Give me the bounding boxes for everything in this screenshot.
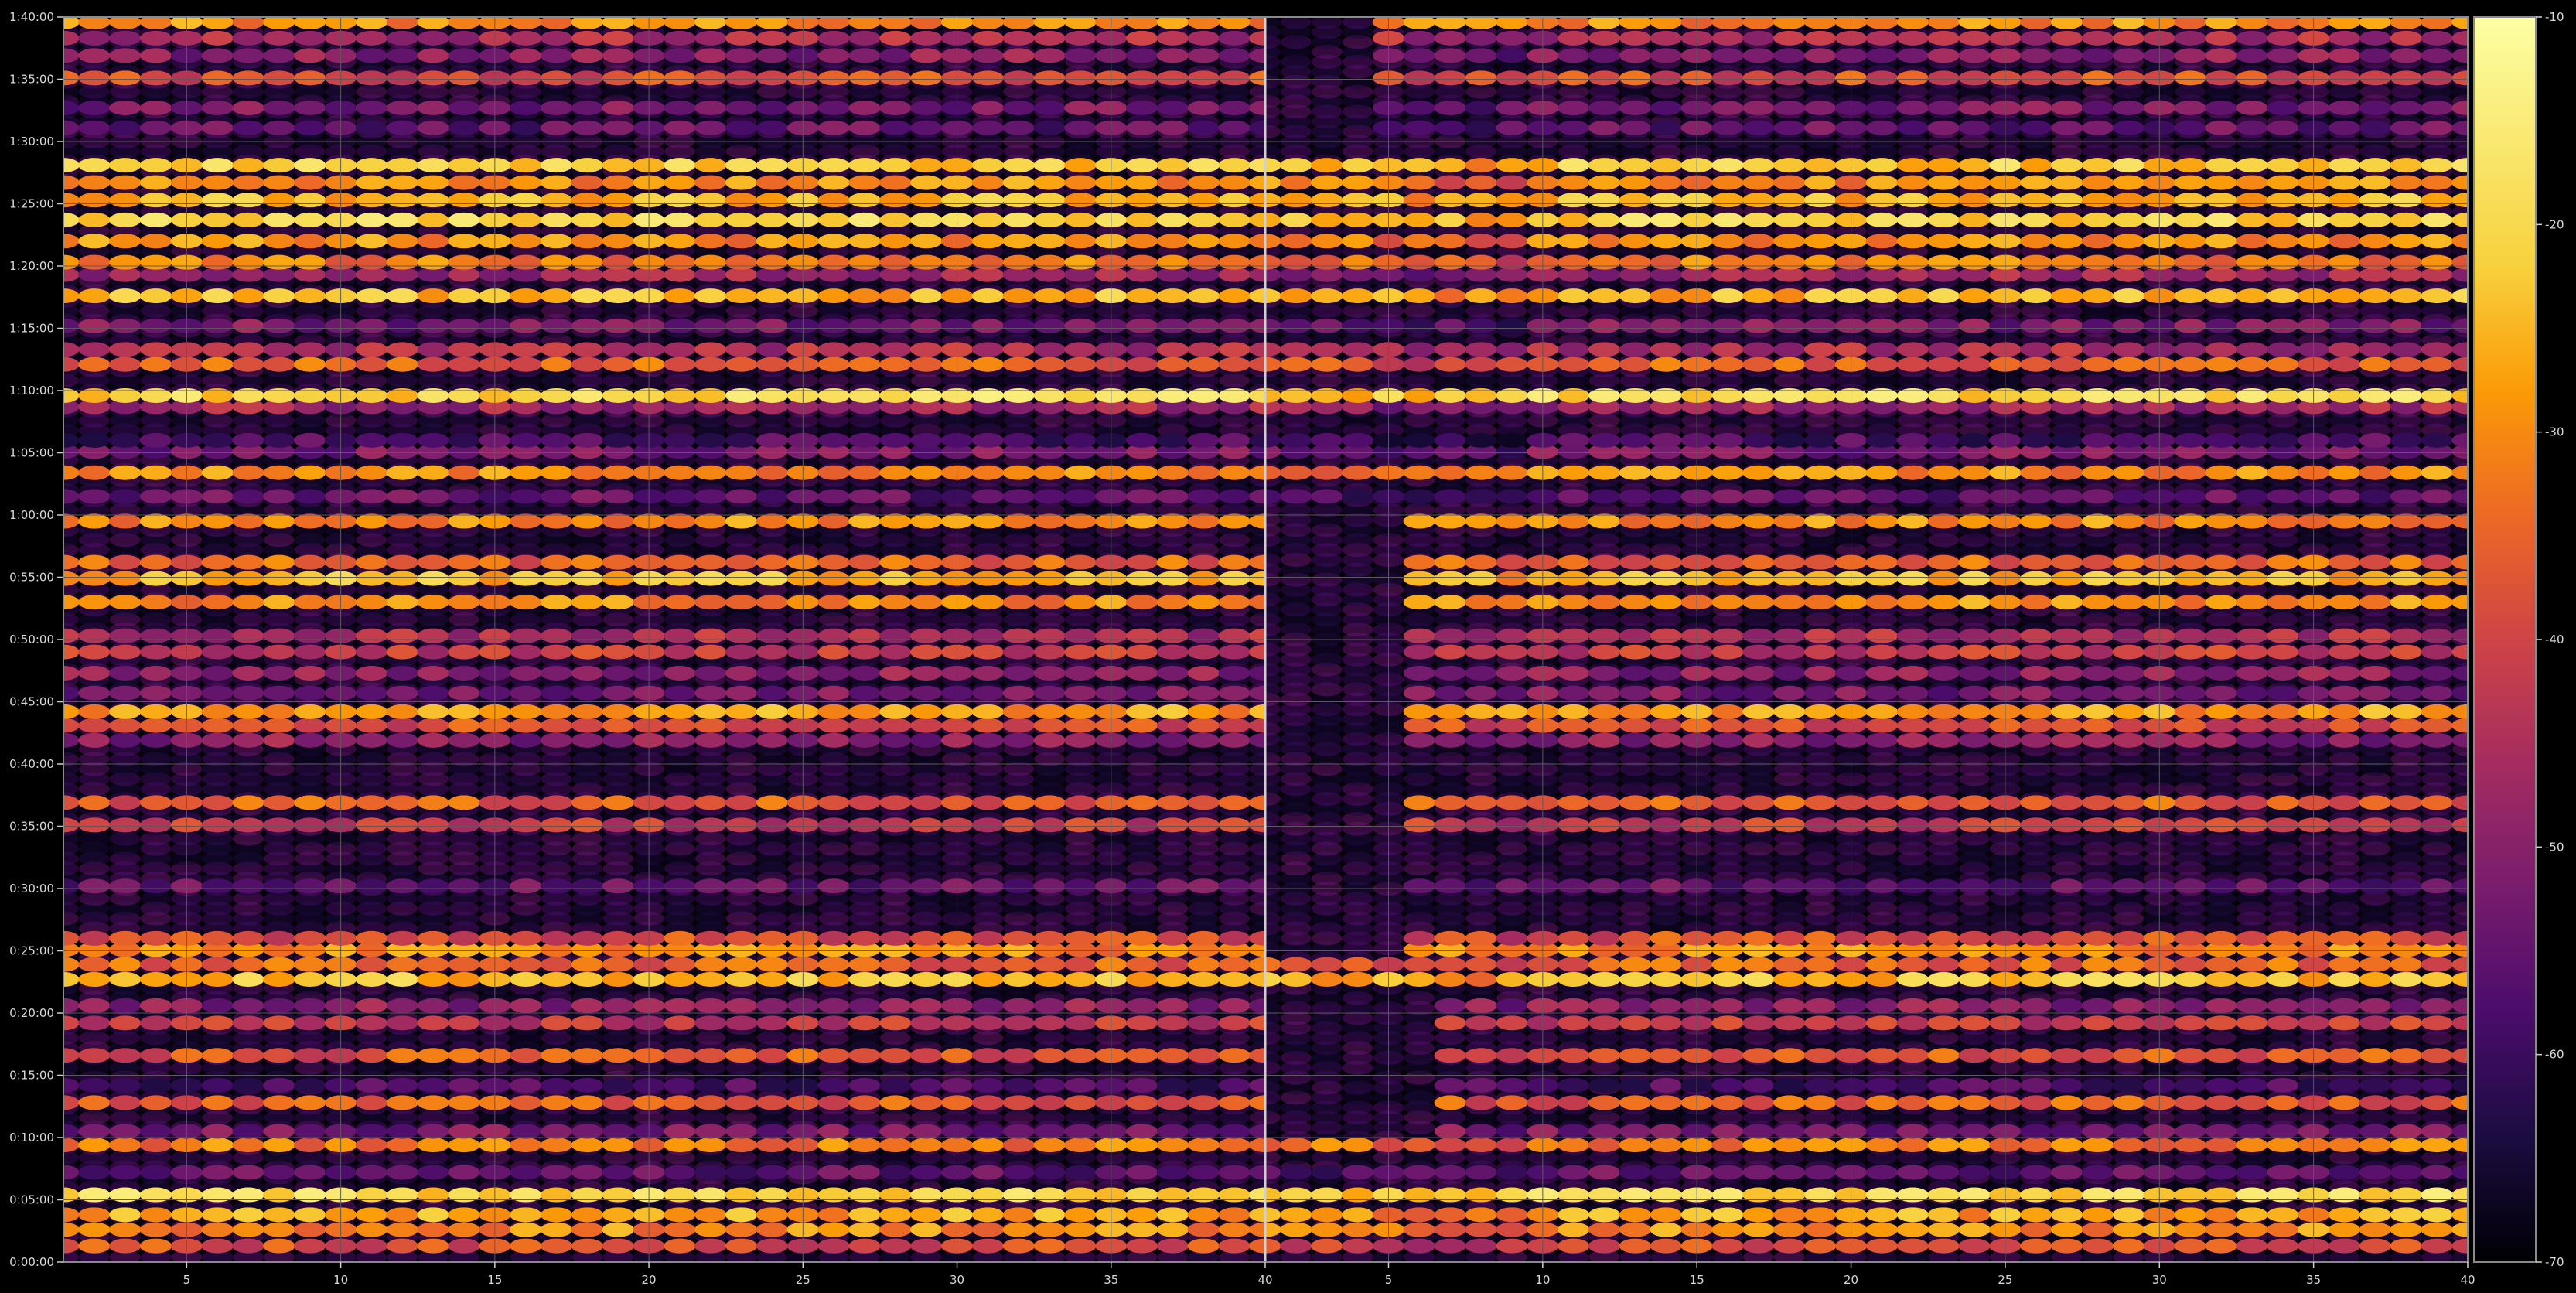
heatmap-figure: 0:00:000:05:000:10:000:15:000:20:000:25:… <box>0 0 2576 1293</box>
